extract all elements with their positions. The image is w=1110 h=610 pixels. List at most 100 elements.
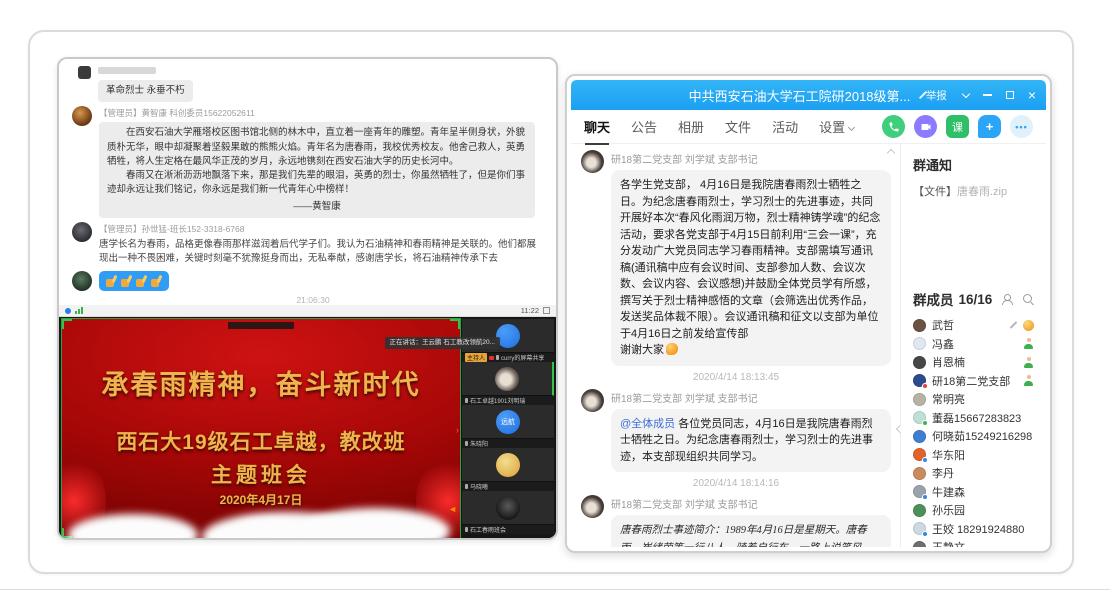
member-row[interactable]: 王姣 18291924880 [913,520,1034,539]
tab-files[interactable]: 文件 [725,117,751,136]
selection-handle [450,319,460,329]
fullscreen-icon[interactable] [543,307,550,314]
avatar[interactable] [72,222,92,242]
member-avatar [913,356,926,369]
tab-settings[interactable]: 设置 [819,117,854,136]
left-chat-area: 革命烈士 永垂不朽 【管理员】黄智康 科创委员15622052611 在西安石油… [59,59,556,305]
participant-label: 主持人 curry的屏幕共享 [462,353,554,362]
member-name: 研18第二党支部 [932,373,1010,389]
participant-avatar: 远航 [496,410,520,434]
slide-subtitle: 主题班会 [62,459,460,489]
participant-video-tile[interactable] [462,491,554,525]
window-title: 中共西安石油大学石工院研2018级第... [689,86,911,105]
avatar[interactable] [78,66,91,79]
status-badge [922,383,928,389]
signal-icon [75,307,83,314]
message-thanks: 谢谢大家 [620,344,664,356]
sender-name: 研18第二党支部 刘学斌 支部书记 [611,151,891,166]
online-person-icon [1023,357,1034,368]
member-name: 常明亮 [932,391,965,407]
qq-group-window: 中共西安石油大学石工院研2018级第... 举报 × 聊天 公告 相册 文件 活… [565,74,1052,553]
member-row[interactable]: 肖恩楠 [913,353,1034,372]
search-member-icon[interactable] [1023,294,1034,305]
more-button[interactable]: ••• [1010,115,1033,138]
message-bubble: 各学生党支部， 4月16日是我院唐春雨烈士牺牲之日。为纪念唐春雨烈士，学习烈士的… [611,170,891,366]
participant-video-tile[interactable] [462,362,554,396]
message-bubble: 唐春雨烈士事迹简介：1989年4月16日是星期天。唐春雨、崔绪荣等一行八人、骑着… [611,515,891,547]
chat-message [72,271,554,291]
group-notice-header: 群通知 [913,155,1034,174]
participant-video-tile[interactable]: 远航 [462,405,554,439]
member-row[interactable]: 王静文 [913,538,1034,547]
chevron-down-icon [848,124,855,131]
participant-avatar [496,496,520,520]
thumbs-up-icon [151,275,162,287]
participant-label: 马晓曦 [462,482,554,491]
member-name: 冯鑫 [932,336,954,352]
group-class-button[interactable]: 课 [946,115,969,138]
tab-chat[interactable]: 聊天 [584,117,610,136]
participant-avatar [496,453,520,477]
avatar[interactable] [581,389,604,412]
message-text: 各学生党支部， 4月16日是我院唐春雨烈士牺牲之日。为纪念唐春雨烈士，学习烈士的… [620,179,880,340]
host-badge: 主持人 [465,353,487,362]
participant-label: 石工卓越1901刘明瑞 [462,396,554,405]
chat-message: 研18第二党支部 刘学斌 支部书记 唐春雨烈士事迹简介：1989年4月16日是星… [581,495,891,547]
new-chat-button[interactable]: + [978,115,1001,138]
member-row[interactable]: 研18第二党支部 [913,372,1034,391]
report-button[interactable]: 举报 [926,88,947,103]
slide-title: 承春雨精神，奋斗新时代 [62,363,460,402]
slide-next-arrow[interactable]: › [456,425,459,435]
tab-album[interactable]: 相册 [678,117,704,136]
status-badge [922,457,928,463]
video-call-button[interactable] [914,115,937,138]
speaker-icon[interactable]: ◄ [448,504,457,514]
participant-name: 朱晓阳 [470,439,488,448]
avatar[interactable] [581,150,604,173]
tab-notice[interactable]: 公告 [631,117,657,136]
online-person-icon [1023,338,1034,349]
participant-video-tile[interactable] [462,448,554,482]
group-sidebar: 群通知 【文件】唐春雨.zip 群成员 16/16 武哲 [901,144,1046,547]
thumbs-up-icon [136,275,147,287]
member-row[interactable]: 牛建森 [913,483,1034,502]
mic-icon [465,484,468,489]
avatar[interactable] [72,271,92,291]
group-notice-file[interactable]: 【文件】唐春雨.zip [913,183,1034,199]
thumbs-up-icon [106,275,117,287]
maximize-button[interactable] [1006,91,1014,99]
member-name: 华东阳 [932,447,965,463]
edit-icon[interactable] [1010,321,1018,329]
members-header: 群成员 16/16 [913,289,1034,309]
window-titlebar: 中共西安石油大学石工院研2018级第... 举报 × [571,80,1046,110]
message-paragraph: 春雨又在淅淅沥沥地飘落下来，那是我们先辈的眼泪，英勇的烈士，你虽然牺牲了，但是你… [107,169,527,198]
thumbs-up-icon [121,275,132,287]
minimize-button[interactable] [983,94,992,96]
member-row[interactable]: 冯鑫 [913,335,1034,354]
member-row[interactable]: 李丹 [913,464,1034,483]
message-bubble: 在西安石油大学雁塔校区图书馆北侧的林木中，直立着一座青年的雕塑。青年呈半侧身状，… [99,122,535,218]
avatar[interactable] [72,106,92,126]
participant-avatar [495,367,519,391]
member-row[interactable]: 武哲 [913,316,1034,335]
member-row[interactable]: 常明亮 [913,390,1034,409]
voice-call-button[interactable] [882,115,905,138]
member-row[interactable]: 孙乐园 [913,501,1034,520]
member-avatar [913,411,926,424]
mic-icon [465,527,468,532]
chevron-down-icon[interactable] [962,89,970,97]
member-avatar [913,319,926,332]
invite-member-icon[interactable] [1002,294,1014,305]
avatar[interactable] [581,495,604,518]
record-icon[interactable] [65,308,71,314]
close-button[interactable]: × [1028,88,1036,102]
phone-icon [888,121,900,133]
mention-all[interactable]: @全体成员 [620,418,675,430]
member-row[interactable]: 华东阳 [913,446,1034,465]
mic-icon [496,355,499,360]
chat-message: 【管理员】黄智康 科创委员15622052611 在西安石油大学雁塔校区图书馆北… [72,106,554,218]
tab-activity[interactable]: 活动 [772,117,798,136]
member-row[interactable]: 何晓茹15249216298 [913,427,1034,446]
member-row[interactable]: 董磊15667283823 [913,409,1034,428]
message-list[interactable]: 研18第二党支部 刘学斌 支部书记 各学生党支部， 4月16日是我院唐春雨烈士牺… [571,144,901,547]
